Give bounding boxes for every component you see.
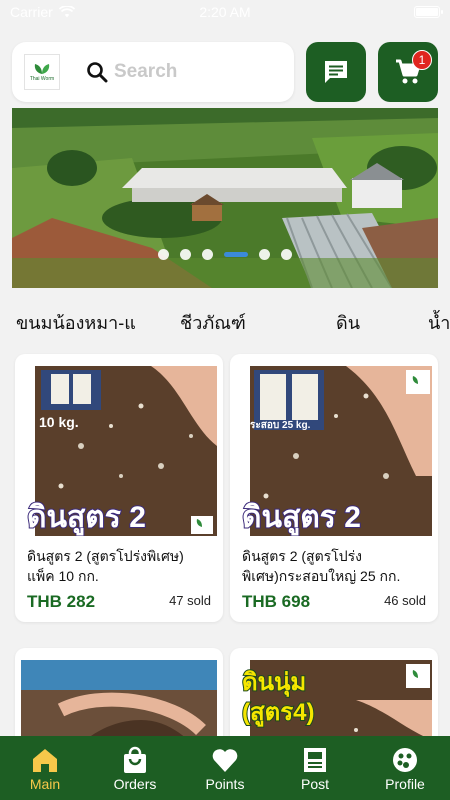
- product-title: ดินสูตร 2 (สูตรโปร่งพิเศษ) แพ็ค 10 กก.: [27, 548, 184, 584]
- status-bar: Carrier 2:20 AM: [0, 0, 450, 24]
- app-screen: Carrier 2:20 AM Thai Worm Search 1 ขนมน้…: [0, 0, 450, 800]
- category-tab[interactable]: ขนมน้องหมา-แ: [16, 308, 136, 337]
- brand-logo: Thai Worm: [24, 54, 60, 90]
- profile-icon: [393, 748, 417, 772]
- cart-button[interactable]: 1: [378, 42, 438, 102]
- tab-orders[interactable]: Orders: [90, 736, 180, 800]
- tab-main[interactable]: Main: [0, 736, 90, 800]
- product-image-tag: กระสอบ 25 kg.: [244, 420, 311, 431]
- product-image-label: ดินสูตร 2: [241, 500, 362, 535]
- tab-profile[interactable]: Profile: [360, 736, 450, 800]
- product-image-tag: 10 kg.: [39, 414, 79, 430]
- product-sold-count: 46 sold: [384, 593, 426, 608]
- tab-label: Points: [205, 776, 245, 792]
- search-icon: [87, 62, 108, 83]
- tab-label: Main: [29, 776, 61, 792]
- banner-pagination[interactable]: [12, 249, 438, 260]
- product-price: THB 282: [27, 592, 96, 611]
- app-header: Thai Worm Search 1: [0, 40, 450, 104]
- product-image: 10 kg. ดินสูตร 2: [21, 366, 217, 536]
- chat-icon: [325, 61, 347, 83]
- tab-post[interactable]: Post: [270, 736, 360, 800]
- category-tabs: ขนมน้องหมา-แ ชีวภัณฑ์ ดิน น้ำ: [0, 288, 450, 348]
- tab-points[interactable]: Points: [180, 736, 270, 800]
- chat-button[interactable]: [306, 42, 366, 102]
- category-tab[interactable]: ดิน: [336, 308, 360, 337]
- product-card[interactable]: กระสอบ 25 kg. ดินสูตร 2 ดินสูตร 2 (สูตรโ…: [230, 354, 438, 622]
- tab-label: Post: [300, 776, 329, 792]
- search-bar[interactable]: Thai Worm Search: [12, 42, 294, 102]
- banner-dot[interactable]: [180, 249, 191, 260]
- banner-dot[interactable]: [259, 249, 270, 260]
- promo-banner[interactable]: [12, 108, 438, 288]
- product-sold-count: 47 sold: [169, 593, 211, 608]
- tab-label: Profile: [385, 776, 425, 792]
- bottom-tab-bar: Main Orders Points Post Profile: [0, 736, 450, 800]
- cart-badge: 1: [412, 50, 432, 70]
- status-time: 2:20 AM: [199, 4, 251, 20]
- banner-dot-active[interactable]: [224, 252, 248, 257]
- post-icon: [304, 748, 326, 772]
- product-image-label: ดินสูตร 2: [26, 500, 147, 535]
- product-image-label: ดินนุ่ม (สูตร4): [241, 668, 315, 727]
- banner-dot[interactable]: [202, 249, 213, 260]
- product-price: THB 698: [242, 592, 311, 611]
- search-input[interactable]: Search: [114, 61, 177, 83]
- banner-image: [12, 108, 438, 288]
- banner-dot[interactable]: [158, 249, 169, 260]
- product-card[interactable]: 10 kg. ดินสูตร 2 ดินสูตร 2 (สูตรโปร่งพิเ…: [15, 354, 223, 622]
- category-tab[interactable]: น้ำ: [428, 308, 450, 337]
- battery-icon: [414, 6, 443, 18]
- category-tab[interactable]: ชีวภัณฑ์: [180, 308, 246, 337]
- brand-logo-text: Thai Worm: [29, 75, 55, 82]
- product-title: ดินสูตร 2 (สูตรโปร่งพิเศษ)กระสอบใหญ่ 25 …: [242, 548, 401, 584]
- tab-label: Orders: [113, 776, 157, 792]
- shopping-bag-icon: [124, 746, 146, 773]
- home-icon: [33, 749, 57, 772]
- banner-dot[interactable]: [281, 249, 292, 260]
- heart-icon: [212, 749, 238, 772]
- product-image: กระสอบ 25 kg. ดินสูตร 2: [236, 366, 432, 536]
